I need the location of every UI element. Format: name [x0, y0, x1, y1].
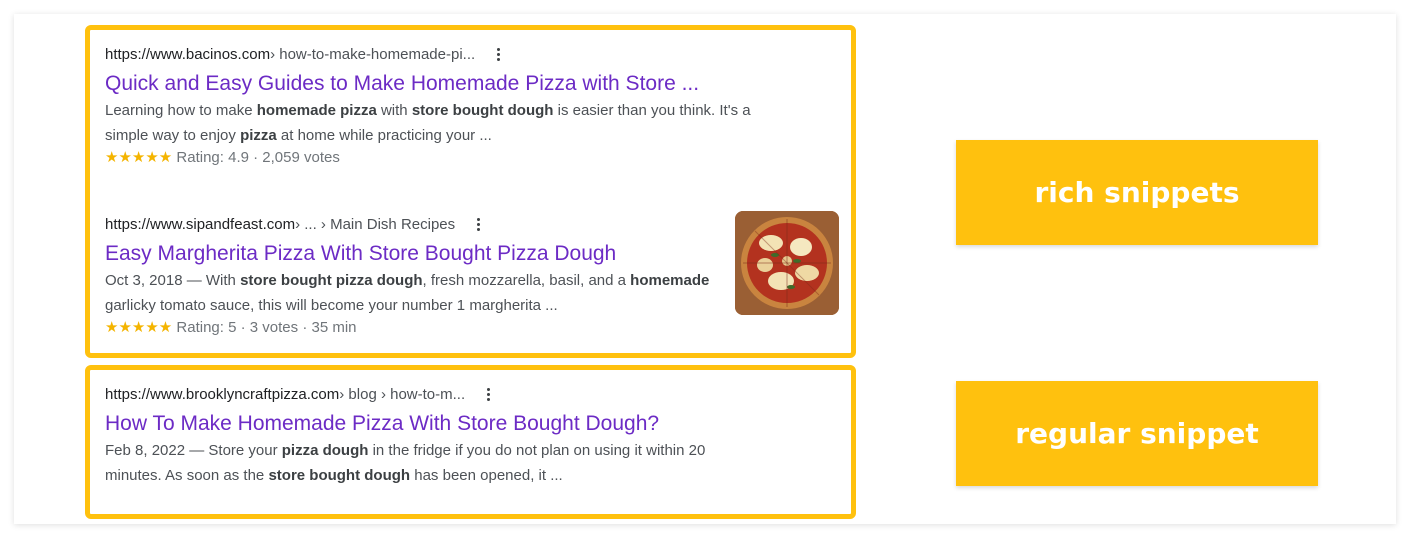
more-vert-icon[interactable] — [483, 387, 493, 401]
rating-row: ★★★★★ Rating: 4.9 · 2,059 votes — [105, 148, 805, 168]
regular-snippet-label: regular snippet — [956, 381, 1318, 486]
pizza-thumbnail[interactable] — [735, 211, 839, 315]
desc-bold: pizza dough — [281, 442, 369, 459]
result-url[interactable]: https://www.bacinos.com › how-to-make-ho… — [105, 44, 805, 64]
result-title-link[interactable]: How To Make Homemade Pizza With Store Bo… — [105, 412, 805, 436]
desc-bold: pizza — [240, 127, 277, 144]
desc-text: Learning how to make — [105, 102, 257, 119]
result-description: Feb 8, 2022 — Store your pizza dough in … — [105, 438, 805, 488]
result-url[interactable]: https://www.brooklyncraftpizza.com › blo… — [105, 384, 805, 404]
search-result-2: https://www.sipandfeast.com › ... › Main… — [105, 214, 725, 338]
result-title-link[interactable]: Quick and Easy Guides to Make Homemade P… — [105, 72, 805, 96]
result-description: Learning how to make homemade pizza with… — [105, 98, 805, 148]
result-title-link[interactable]: Easy Margherita Pizza With Store Bought … — [105, 242, 725, 266]
result-url-domain: https://www.sipandfeast.com — [105, 215, 296, 233]
desc-text: in the fridge if you do not plan on usin… — [368, 442, 706, 459]
result-url-path: › ... › Main Dish Recipes — [295, 215, 456, 233]
desc-bold: store bought pizza dough — [240, 272, 423, 289]
result-url-domain: https://www.bacinos.com — [105, 45, 271, 63]
more-vert-icon[interactable] — [473, 217, 483, 231]
more-vert-icon[interactable] — [493, 47, 503, 61]
desc-text: , fresh mozzarella, basil, and a — [422, 272, 631, 289]
result-url-path: › blog › how-to-m... — [339, 385, 466, 403]
star-rating-icon: ★★★★★ — [105, 319, 173, 336]
star-rating-icon: ★★★★★ — [105, 149, 173, 166]
search-result-3: https://www.brooklyncraftpizza.com › blo… — [105, 384, 805, 488]
search-result-1: https://www.bacinos.com › how-to-make-ho… — [105, 44, 805, 168]
desc-text: with — [376, 102, 412, 119]
desc-text: has been opened, it ... — [410, 467, 563, 484]
desc-text: at home while practicing your ... — [276, 127, 492, 144]
rating-row: ★★★★★ Rating: 5 · 3 votes · 35 min — [105, 318, 725, 338]
result-url-path: › how-to-make-homemade-pi... — [270, 45, 476, 63]
desc-text: is easier than you think. It's a — [553, 102, 751, 119]
pizza-image — [735, 211, 839, 315]
result-url-domain: https://www.brooklyncraftpizza.com — [105, 385, 340, 403]
result-url[interactable]: https://www.sipandfeast.com › ... › Main… — [105, 214, 725, 234]
desc-bold: store bought dough — [411, 102, 554, 119]
result-description: Oct 3, 2018 — With store bought pizza do… — [105, 268, 725, 318]
rating-text: Rating: 4.9 · 2,059 votes — [172, 149, 340, 166]
desc-text: minutes. As soon as the — [105, 467, 269, 484]
desc-text: Feb 8, 2022 — Store your — [105, 442, 282, 459]
desc-text: garlicky tomato sauce, this will become … — [105, 297, 558, 314]
desc-text: simple way to enjoy — [105, 127, 241, 144]
rich-snippets-label: rich snippets — [956, 140, 1318, 245]
desc-bold: homemade pizza — [256, 102, 377, 119]
rating-text: Rating: 5 · 3 votes · 35 min — [172, 319, 357, 336]
desc-bold: store bought dough — [268, 467, 411, 484]
desc-bold: homemade — [630, 272, 710, 289]
desc-text: Oct 3, 2018 — With — [105, 272, 241, 289]
